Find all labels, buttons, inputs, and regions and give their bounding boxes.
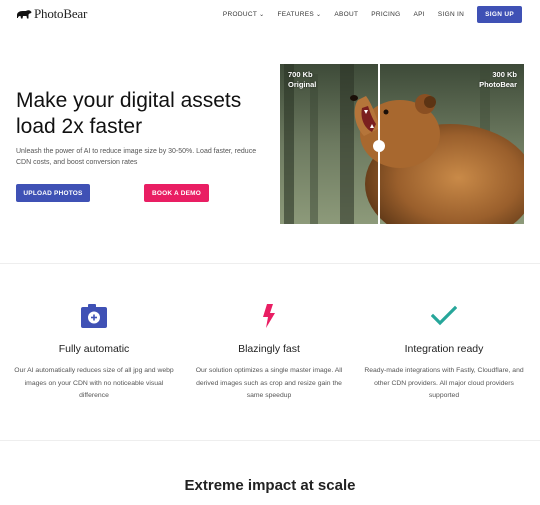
book-demo-button[interactable]: BOOK A DEMO xyxy=(144,184,209,202)
feature-blazingly-fast: Blazingly fast Our solution optimizes a … xyxy=(189,303,349,403)
nav-sign-in[interactable]: SIGN IN xyxy=(438,11,464,18)
nav-features[interactable]: FEATURES ⌄ xyxy=(277,11,321,18)
original-size: 700 Kb xyxy=(288,70,313,79)
feature-title: Integration ready xyxy=(404,343,484,355)
feature-description: Ready-made integrations with Fastly, Clo… xyxy=(364,367,524,399)
checkmark-icon xyxy=(431,305,457,326)
section-divider xyxy=(0,263,540,264)
feature-description: Our solution optimizes a single master i… xyxy=(195,367,343,399)
feature-fully-automatic: Fully automatic Our AI automatically red… xyxy=(14,303,174,403)
nav-api[interactable]: API xyxy=(413,11,424,18)
original-caption: Original xyxy=(288,80,317,89)
add-photo-icon xyxy=(81,304,107,328)
nav-product[interactable]: PRODUCT ⌄ xyxy=(223,11,265,18)
bear-icon xyxy=(17,10,32,19)
nav-about[interactable]: ABOUT xyxy=(334,11,358,18)
upload-photos-button[interactable]: UPLOAD PHOTOS xyxy=(16,184,90,202)
photobear-size: 300 Kb xyxy=(492,70,517,79)
hero-title: Make your digital assets load 2x faster xyxy=(16,89,242,138)
nav-product-label: PRODUCT xyxy=(222,11,258,18)
section-divider xyxy=(0,440,540,441)
feature-title: Blazingly fast xyxy=(238,343,300,355)
feature-title: Fully automatic xyxy=(58,343,130,355)
chevron-down-icon: ⌄ xyxy=(316,12,322,18)
impact-title: Extreme impact at scale xyxy=(184,477,356,494)
lightning-icon xyxy=(263,304,275,328)
photobear-size-label: 300 Kb PhotoBear xyxy=(479,70,517,90)
feature-icon-wrap xyxy=(189,303,349,329)
hero-subtitle: Unleash the power of AI to reduce image … xyxy=(16,148,257,166)
brand-name: PhotoBear xyxy=(34,6,88,21)
photobear-caption: PhotoBear xyxy=(479,80,517,89)
feature-description: Our AI automatically reduces size of all… xyxy=(14,367,174,399)
top-navbar: PhotoBear PRODUCT ⌄ FEATURES ⌄ ABOUT PRICI… xyxy=(0,0,540,28)
sign-up-button[interactable]: SIGN UP xyxy=(477,6,522,23)
nav-features-label: FEATURES xyxy=(277,11,315,18)
feature-integration-ready: Integration ready Ready-made integration… xyxy=(364,303,524,403)
nav-pricing[interactable]: PRICING xyxy=(371,11,400,18)
brand-logo[interactable]: PhotoBear xyxy=(16,6,87,22)
feature-icon-wrap xyxy=(364,303,524,329)
original-size-label: 700 Kb Original xyxy=(288,70,316,90)
chevron-down-icon: ⌄ xyxy=(259,12,265,18)
before-after-comparison[interactable]: 700 Kb Original 300 Kb PhotoBear xyxy=(280,64,524,224)
comparison-slider-handle[interactable] xyxy=(373,140,385,152)
feature-icon-wrap xyxy=(14,303,174,329)
